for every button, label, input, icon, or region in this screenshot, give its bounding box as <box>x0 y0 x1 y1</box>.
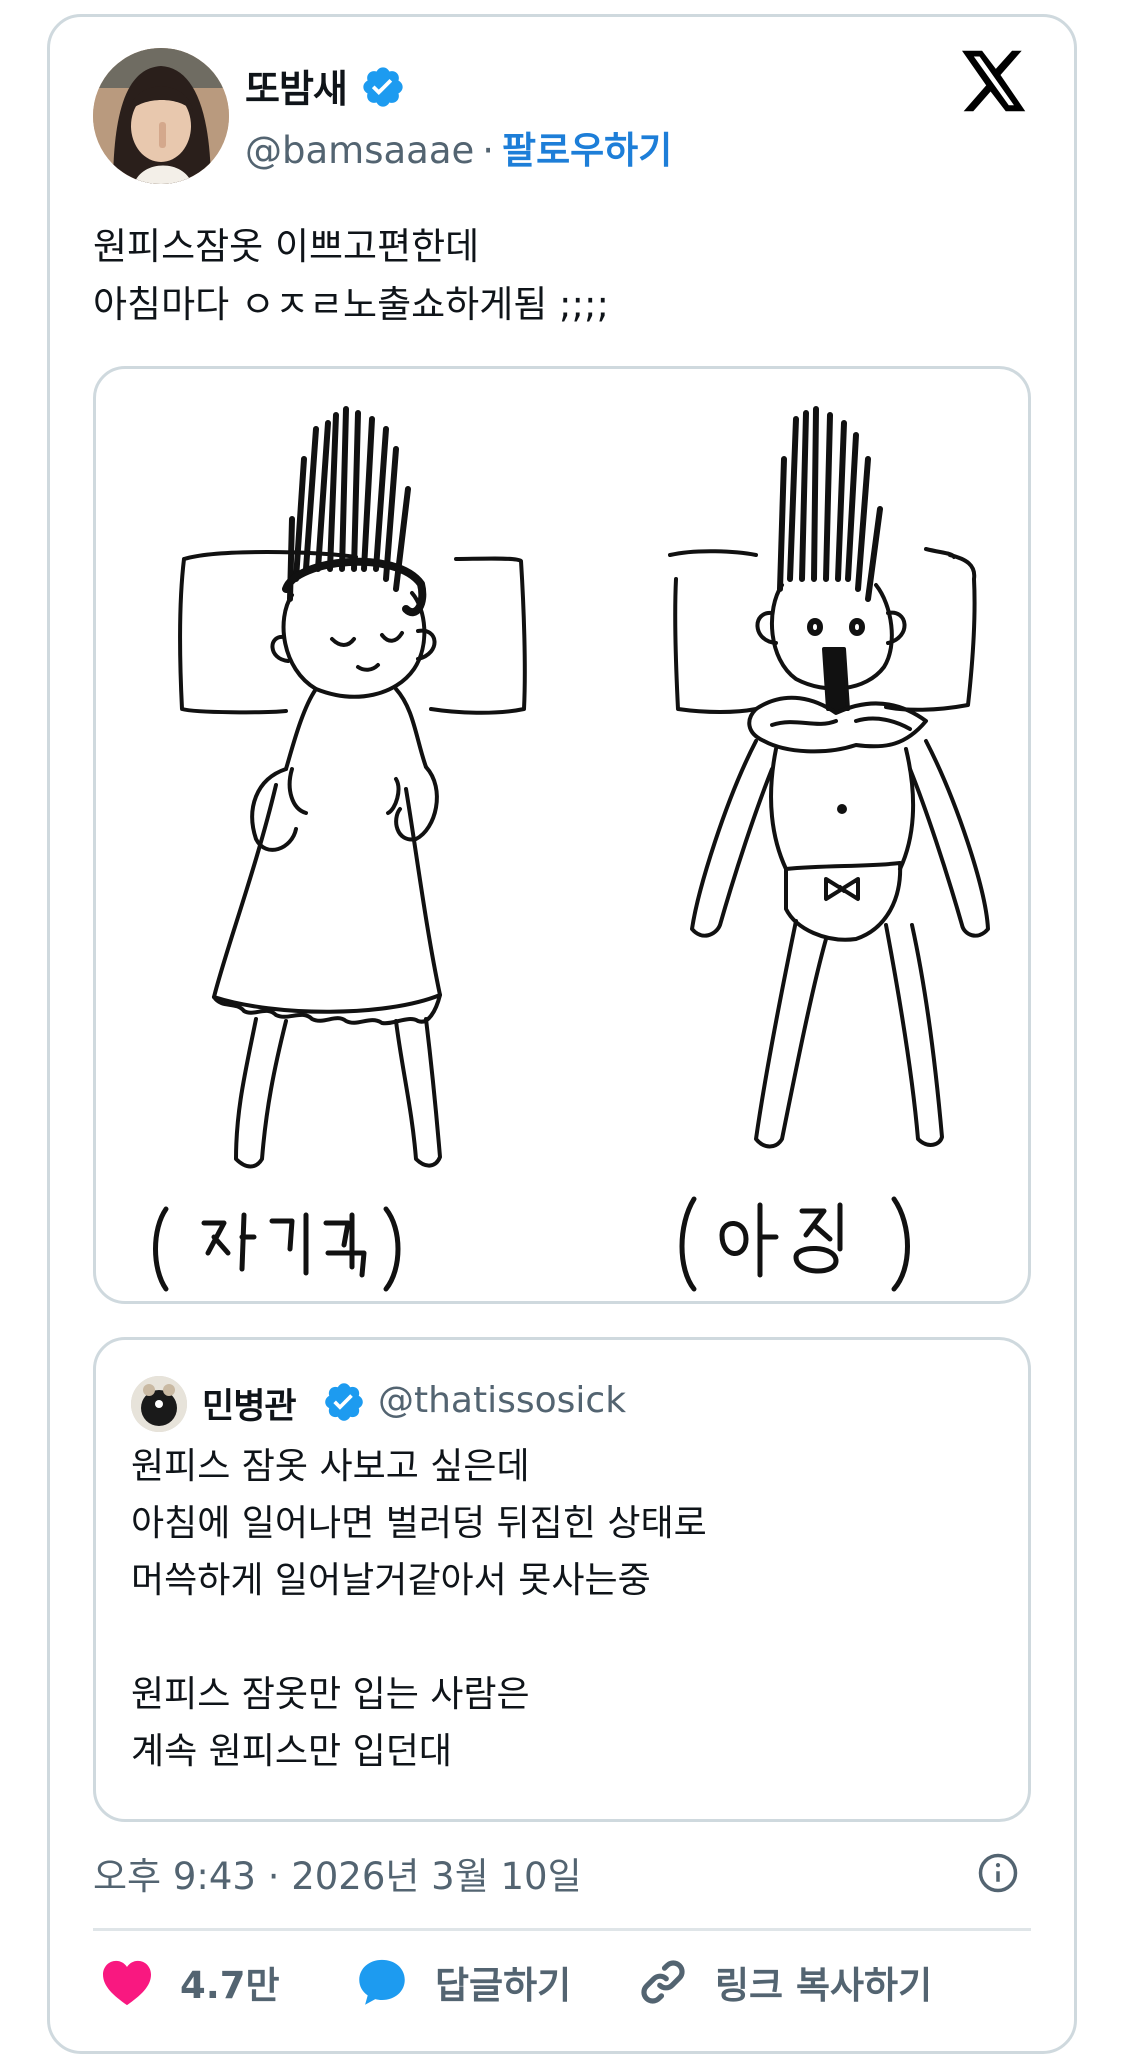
like-button[interactable]: 4.7만 <box>100 1955 280 2009</box>
copy-link-label: 링크 복사하기 <box>715 1964 933 2007</box>
info-icon[interactable] <box>977 1852 1019 1894</box>
quoted-author-handle: @thatissosick <box>378 1380 627 1421</box>
tweet-media-image[interactable] <box>93 366 1031 1304</box>
heart-icon <box>103 1960 151 2006</box>
reply-label: 답글하기 <box>435 1964 572 2007</box>
verified-badge-icon <box>325 1383 363 1421</box>
quoted-author-name: 민병관 <box>202 1387 297 1427</box>
copy-link-button[interactable]: 링크 복사하기 <box>637 1955 932 2009</box>
follow-button[interactable]: 팔로우하기 <box>502 129 672 172</box>
x-logo-icon[interactable] <box>962 50 1028 112</box>
right-hair <box>777 406 883 602</box>
action-bar: 4.7만 답글하기 링크 복사하기 <box>0 1955 1125 2015</box>
author-name[interactable]: 또밤새 <box>245 58 348 113</box>
tweet-timestamp[interactable]: 오후 9:43 · 2026년 3월 10일 <box>93 1846 582 1900</box>
left-hair <box>282 406 427 617</box>
divider <box>93 1928 1031 1931</box>
reply-button[interactable]: 답글하기 <box>355 1955 571 2009</box>
author-avatar[interactable] <box>93 48 229 184</box>
quoted-author-avatar[interactable] <box>131 1376 187 1432</box>
quoted-tweet-text: 원피스 잠옷 사보고 싶은데 아침에 일어나면 벌러덩 뒤집힌 상태로 머쓱하게… <box>131 1446 707 1772</box>
verified-badge-icon <box>363 67 403 107</box>
left-dress <box>212 687 442 1014</box>
author-handle[interactable]: @bamsaaae <box>245 129 474 172</box>
author-handle-row: @bamsaaae · 팔로우하기 <box>245 120 672 174</box>
left-pillow <box>178 550 527 715</box>
quoted-tweet[interactable]: 민병관 @thatissosick 원피스 잠옷 사보고 싶은데 아침에 일어나… <box>93 1337 1031 1822</box>
link-icon <box>641 1960 685 2004</box>
separator-dot: · <box>482 129 495 172</box>
reply-bubble-icon <box>359 1959 405 2005</box>
tweet-text: 원피스잠옷 이쁘고편한데 아침마다 ㅇㅈㄹ노출쇼하게됨 ;;;; <box>93 225 609 326</box>
like-count: 4.7만 <box>180 1964 280 2007</box>
